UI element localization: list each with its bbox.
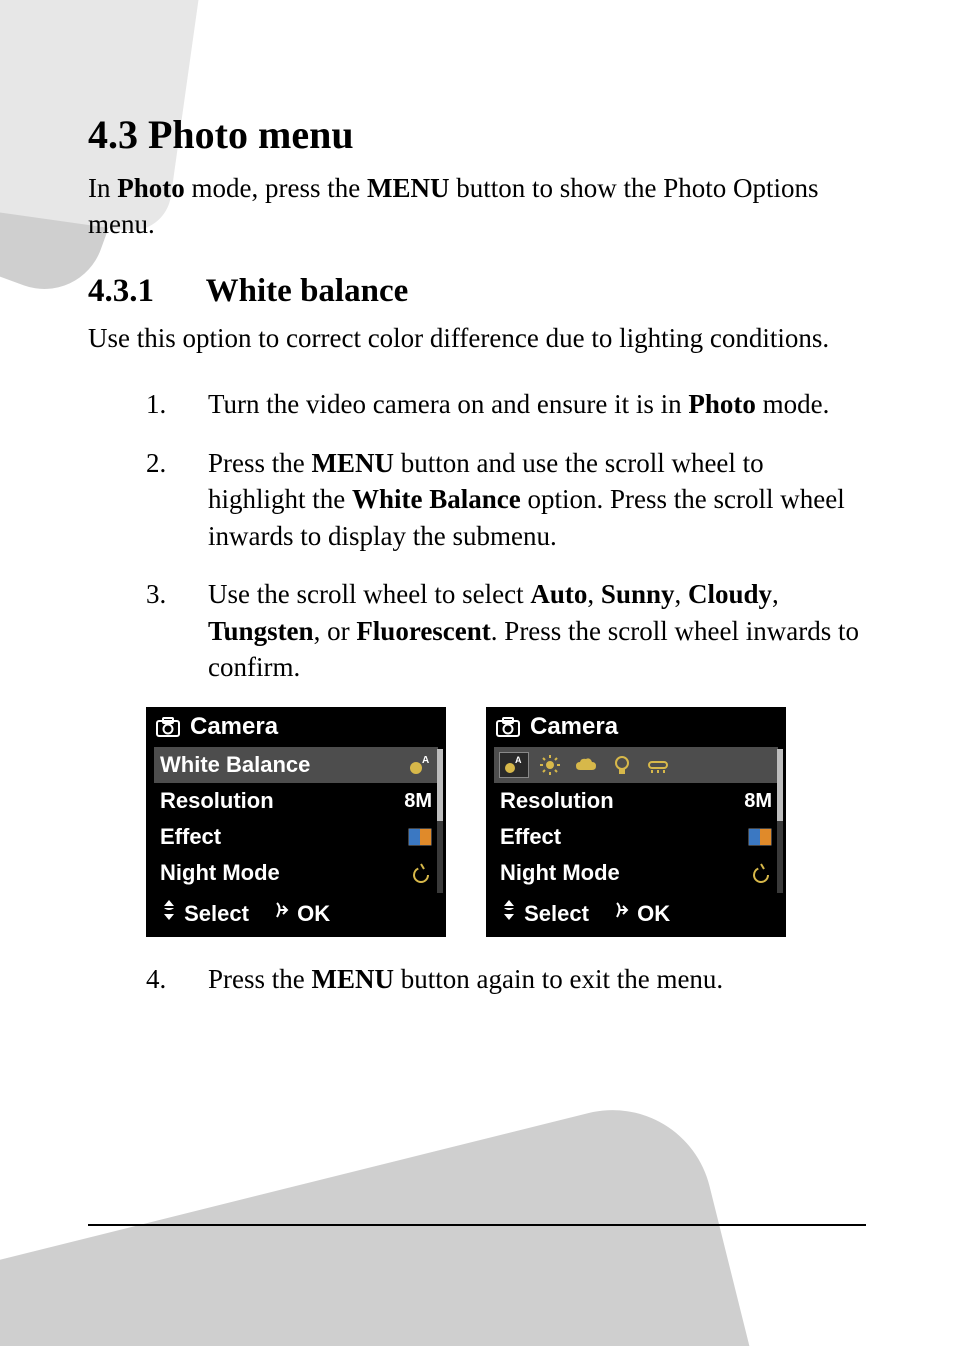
menu-item-label: Resolution xyxy=(160,788,274,814)
footer-select: Select xyxy=(500,899,589,927)
decorative-corner-bottom xyxy=(0,1089,782,1346)
effect-normal-icon xyxy=(408,828,432,846)
menu-item-label: Effect xyxy=(160,824,221,850)
camera-menu-titlebar: Camera xyxy=(486,707,786,747)
camera-menu-title: Camera xyxy=(530,713,618,741)
section-intro: In Photo mode, press the MENU button to … xyxy=(88,170,866,243)
wb-auto-icon: A xyxy=(408,754,432,776)
section-title: Photo menu xyxy=(148,112,354,157)
screenshot-row: Camera White Balance A Resolution 8M Eff… xyxy=(146,707,866,937)
footer-ok: OK xyxy=(273,899,330,927)
camera-menu-item-effect[interactable]: Effect xyxy=(154,819,438,855)
effect-normal-icon xyxy=(748,828,772,846)
night-mode-icon xyxy=(410,862,432,884)
press-in-icon xyxy=(273,899,291,921)
step-4: Press the MENU button again to exit the … xyxy=(146,961,866,997)
menu-scrollbar[interactable] xyxy=(777,749,783,893)
step-list-cont: Press the MENU button again to exit the … xyxy=(88,961,866,997)
page-bottom-rule xyxy=(88,1224,866,1226)
scrollbar-thumb[interactable] xyxy=(777,749,783,821)
camera-menu-item-resolution[interactable]: Resolution 8M xyxy=(494,783,778,819)
wb-submenu-row: A xyxy=(494,747,778,783)
camera-icon xyxy=(496,717,520,737)
section-heading: 4.3 Photo menu xyxy=(88,110,866,160)
step-list: Turn the video camera on and ensure it i… xyxy=(88,386,866,685)
menu-item-label: Effect xyxy=(500,824,561,850)
wb-option-fluorescent[interactable] xyxy=(644,753,672,777)
wb-options: A xyxy=(500,753,672,777)
camera-menu-item-effect[interactable]: Effect xyxy=(494,819,778,855)
wb-option-sunny[interactable] xyxy=(536,753,564,777)
camera-menu-list: A xyxy=(486,747,786,891)
camera-menu-footer: Select OK xyxy=(146,891,446,937)
step-1: Turn the video camera on and ensure it i… xyxy=(146,386,866,422)
footer-select: Select xyxy=(160,899,249,927)
camera-menu-item-white-balance[interactable]: White Balance A xyxy=(154,747,438,783)
menu-item-label: Night Mode xyxy=(160,860,280,886)
wb-option-auto[interactable]: A xyxy=(500,753,528,777)
menu-item-value: 8M xyxy=(404,790,432,813)
camera-menu-screenshot-2: Camera A xyxy=(486,707,786,937)
menu-scrollbar[interactable] xyxy=(437,749,443,893)
press-in-icon xyxy=(613,899,631,921)
wb-option-cloudy[interactable] xyxy=(572,753,600,777)
footer-ok: OK xyxy=(613,899,670,927)
scrollbar-thumb[interactable] xyxy=(437,749,443,821)
scroll-updown-icon xyxy=(500,899,518,921)
subsection-number: 4.3.1 xyxy=(88,273,198,310)
night-mode-icon xyxy=(750,862,772,884)
svg-text:A: A xyxy=(422,755,429,766)
camera-icon xyxy=(156,717,180,737)
camera-menu-item-night-mode[interactable]: Night Mode xyxy=(154,855,438,891)
subsection-description: Use this option to correct color differe… xyxy=(88,320,866,356)
step-2: Press the MENU button and use the scroll… xyxy=(146,445,866,554)
svg-text:A: A xyxy=(515,755,522,765)
menu-item-label: Night Mode xyxy=(500,860,620,886)
camera-menu-item-night-mode[interactable]: Night Mode xyxy=(494,855,778,891)
subsection-heading: 4.3.1 White balance xyxy=(88,273,866,310)
camera-menu-item-resolution[interactable]: Resolution 8M xyxy=(154,783,438,819)
camera-menu-list: White Balance A Resolution 8M Effect xyxy=(146,747,446,891)
page-content: 4.3 Photo menu In Photo mode, press the … xyxy=(0,0,954,1080)
menu-item-label: Resolution xyxy=(500,788,614,814)
step-3: Use the scroll wheel to select Auto, Sun… xyxy=(146,576,866,685)
scroll-updown-icon xyxy=(160,899,178,921)
wb-option-tungsten[interactable] xyxy=(608,753,636,777)
menu-item-value: 8M xyxy=(744,790,772,813)
camera-menu-title: Camera xyxy=(190,713,278,741)
section-number: 4.3 xyxy=(88,112,138,157)
subsection-title: White balance xyxy=(206,273,409,309)
camera-menu-titlebar: Camera xyxy=(146,707,446,747)
camera-menu-footer: Select OK xyxy=(486,891,786,937)
menu-item-label: White Balance xyxy=(160,752,310,778)
camera-menu-screenshot-1: Camera White Balance A Resolution 8M Eff… xyxy=(146,707,446,937)
